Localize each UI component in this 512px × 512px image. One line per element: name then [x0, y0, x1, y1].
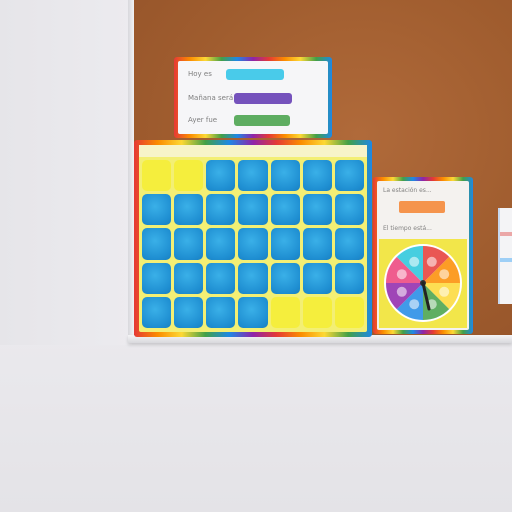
calendar-day-card — [142, 262, 172, 294]
tomorrow-label: Mañana será — [188, 94, 234, 102]
calendar-day-card — [270, 160, 300, 192]
season-pill — [399, 201, 445, 213]
classroom-wall-photo: Hoy es Mañana será Ayer fue La estación … — [0, 0, 512, 512]
day-header-card: Hoy es Mañana será Ayer fue — [174, 57, 332, 138]
calendar-day-card — [206, 160, 236, 192]
partial-side-card — [498, 208, 512, 304]
season-weather-card-inner: La estación es... El tiempo está... — [377, 181, 469, 330]
calendar-empty-cell — [334, 296, 364, 328]
calendar-day-card — [302, 160, 332, 192]
side-card-strip — [500, 232, 512, 236]
tomorrow-pill — [234, 92, 292, 104]
calendar-day-card — [302, 262, 332, 294]
calendar-day-card — [142, 194, 172, 226]
calendar-day-card — [270, 262, 300, 294]
calendar-day-card — [270, 228, 300, 260]
calendar-day-card — [334, 160, 364, 192]
calendar-day-card — [238, 262, 268, 294]
calendar-day-card — [174, 228, 204, 260]
weather-picture — [426, 256, 437, 267]
calendar-day-card — [206, 296, 236, 328]
calendar-day-card — [142, 228, 172, 260]
calendar-day-card — [238, 228, 268, 260]
calendar-grid — [142, 160, 364, 328]
weather-subtitle: El tiempo está... — [383, 225, 432, 232]
calendar-empty-cell — [302, 296, 332, 328]
calendar-day-card — [302, 194, 332, 226]
today-line: Hoy es — [188, 67, 284, 81]
tomorrow-line: Mañana será — [188, 91, 292, 105]
weather-picture — [409, 256, 420, 267]
calendar-day-card — [174, 194, 204, 226]
calendar-day-card — [206, 262, 236, 294]
calendar-empty-cell — [270, 296, 300, 328]
weather-wheel — [384, 244, 462, 322]
today-label: Hoy es — [188, 70, 212, 78]
yesterday-line: Ayer fue — [188, 113, 290, 127]
season-weather-card: La estación es... El tiempo está... — [373, 177, 473, 334]
calendar-empty-cell — [142, 160, 172, 192]
calendar-day-card — [334, 228, 364, 260]
weather-picture — [439, 286, 450, 297]
calendar-weekday-header — [139, 145, 367, 157]
calendar-empty-cell — [174, 160, 204, 192]
calendar-day-card — [334, 262, 364, 294]
calendar-day-card — [238, 160, 268, 192]
calendar-day-card — [174, 262, 204, 294]
wall — [0, 0, 132, 345]
yesterday-pill — [234, 114, 290, 126]
calendar-day-card — [334, 194, 364, 226]
weather-picture — [409, 299, 420, 310]
weather-picture — [396, 269, 407, 280]
calendar-day-card — [238, 296, 268, 328]
calendar-body — [139, 145, 367, 332]
calendar-day-card — [238, 194, 268, 226]
today-pill — [226, 68, 284, 80]
monthly-calendar — [134, 140, 372, 337]
day-header-card-inner: Hoy es Mañana será Ayer fue — [178, 61, 328, 134]
calendar-day-card — [302, 228, 332, 260]
calendar-day-card — [206, 228, 236, 260]
yesterday-label: Ayer fue — [188, 116, 218, 124]
calendar-day-card — [174, 296, 204, 328]
season-title: La estación es... — [383, 187, 432, 194]
calendar-day-card — [206, 194, 236, 226]
calendar-day-card — [270, 194, 300, 226]
side-card-strip — [500, 258, 512, 262]
calendar-day-card — [142, 296, 172, 328]
weather-picture — [439, 269, 450, 280]
weather-picture — [396, 286, 407, 297]
